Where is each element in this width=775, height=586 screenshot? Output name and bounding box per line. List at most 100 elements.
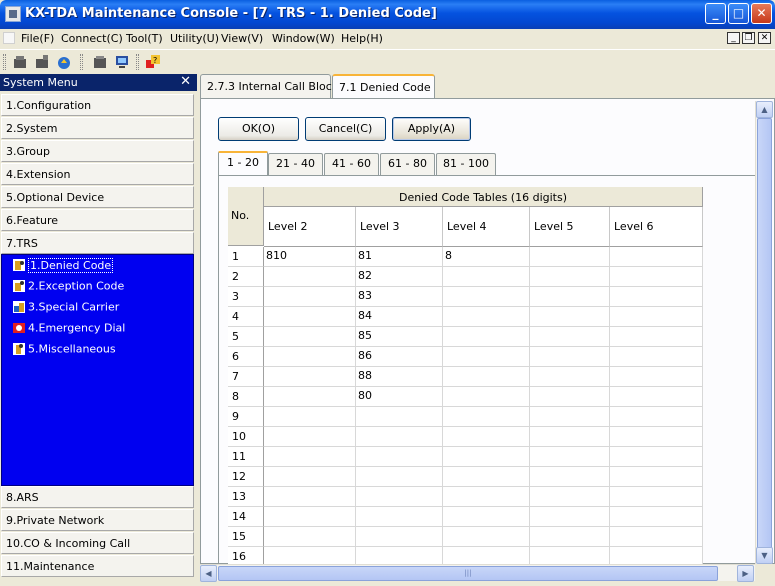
table-cell-level-3[interactable]: 84 bbox=[356, 307, 443, 327]
table-cell-level-4[interactable] bbox=[443, 407, 530, 427]
table-cell-level-3[interactable]: 81 bbox=[356, 247, 443, 267]
horizontal-scrollbar[interactable]: ◀ ||| ▶ bbox=[200, 564, 755, 582]
tab-denied-code[interactable]: 7.1 Denied Code bbox=[332, 74, 435, 99]
table-cell-level-5[interactable] bbox=[530, 447, 610, 467]
table-cell-level-6[interactable] bbox=[610, 487, 703, 507]
device-icon[interactable] bbox=[92, 54, 108, 70]
table-cell-level-4[interactable]: 8 bbox=[443, 247, 530, 267]
table-cell-level-5[interactable] bbox=[530, 427, 610, 447]
minimize-button[interactable]: _ bbox=[705, 3, 726, 24]
nav-item-extension[interactable]: 4.Extension bbox=[1, 163, 194, 185]
ok-button[interactable]: OK(O) bbox=[218, 117, 299, 141]
table-cell-level-4[interactable] bbox=[443, 507, 530, 527]
nav-item-private-network[interactable]: 9.Private Network bbox=[1, 509, 194, 531]
table-cell-level-5[interactable] bbox=[530, 307, 610, 327]
table-cell-level-6[interactable] bbox=[610, 267, 703, 287]
table-cell-level-4[interactable] bbox=[443, 487, 530, 507]
nav-item-configuration[interactable]: 1.Configuration bbox=[1, 94, 194, 116]
apply-button[interactable]: Apply(A) bbox=[392, 117, 471, 141]
table-cell-level-3[interactable]: 88 bbox=[356, 367, 443, 387]
table-cell-level-4[interactable] bbox=[443, 467, 530, 487]
menu-utility[interactable]: Utility(U) bbox=[170, 32, 219, 45]
table-cell-level-6[interactable] bbox=[610, 387, 703, 407]
table-cell-level-5[interactable] bbox=[530, 467, 610, 487]
table-cell-level-6[interactable] bbox=[610, 247, 703, 267]
mdi-minimize-button[interactable]: _ bbox=[727, 32, 740, 44]
close-button[interactable]: ✕ bbox=[751, 3, 772, 24]
table-cell-level-4[interactable] bbox=[443, 347, 530, 367]
table-cell-level-2[interactable] bbox=[264, 527, 356, 547]
table-cell-level-2[interactable] bbox=[264, 307, 356, 327]
table-cell-level-5[interactable] bbox=[530, 407, 610, 427]
table-cell-level-4[interactable] bbox=[443, 427, 530, 447]
table-cell-level-2[interactable] bbox=[264, 487, 356, 507]
table-cell-level-4[interactable] bbox=[443, 307, 530, 327]
table-cell-level-2[interactable] bbox=[264, 427, 356, 447]
mdi-restore-button[interactable]: ❐ bbox=[742, 32, 755, 44]
tab-internal-call-block[interactable]: 2.7.3 Internal Call Block bbox=[200, 74, 338, 98]
table-cell-level-2[interactable] bbox=[264, 387, 356, 407]
scroll-up-button[interactable]: ▲ bbox=[756, 101, 773, 118]
sub-item-denied-code[interactable]: 1.Denied Code bbox=[12, 257, 114, 276]
scroll-right-button[interactable]: ▶ bbox=[737, 565, 754, 582]
menu-view[interactable]: View(V) bbox=[221, 32, 263, 45]
table-cell-level-2[interactable] bbox=[264, 547, 356, 564]
mdi-close-button[interactable]: ✕ bbox=[758, 32, 771, 44]
table-cell-level-3[interactable] bbox=[356, 447, 443, 467]
tab-range-21-40[interactable]: 21 - 40 bbox=[268, 153, 323, 175]
table-cell-level-4[interactable] bbox=[443, 387, 530, 407]
table-cell-level-2[interactable] bbox=[264, 467, 356, 487]
table-cell-level-5[interactable] bbox=[530, 327, 610, 347]
table-cell-level-5[interactable] bbox=[530, 507, 610, 527]
nav-item-co-incoming-call[interactable]: 10.CO & Incoming Call bbox=[1, 532, 194, 554]
menu-help[interactable]: Help(H) bbox=[341, 32, 383, 45]
tab-range-1-20[interactable]: 1 - 20 bbox=[218, 151, 268, 176]
table-cell-level-6[interactable] bbox=[610, 527, 703, 547]
table-cell-level-2[interactable] bbox=[264, 367, 356, 387]
table-cell-level-3[interactable] bbox=[356, 427, 443, 447]
sub-item-emergency-dial[interactable]: 4.Emergency Dial bbox=[12, 321, 125, 339]
program-icon[interactable] bbox=[56, 54, 72, 70]
table-cell-level-6[interactable] bbox=[610, 347, 703, 367]
table-cell-level-2[interactable] bbox=[264, 507, 356, 527]
table-cell-level-5[interactable] bbox=[530, 487, 610, 507]
table-cell-level-4[interactable] bbox=[443, 367, 530, 387]
tab-range-41-60[interactable]: 41 - 60 bbox=[324, 153, 379, 175]
nav-item-optional-device[interactable]: 5.Optional Device bbox=[1, 186, 194, 208]
disconnect-icon[interactable] bbox=[34, 54, 50, 70]
table-cell-level-4[interactable] bbox=[443, 527, 530, 547]
table-cell-level-4[interactable] bbox=[443, 547, 530, 564]
table-cell-level-2[interactable] bbox=[264, 267, 356, 287]
table-cell-level-6[interactable] bbox=[610, 507, 703, 527]
maximize-button[interactable]: □ bbox=[728, 3, 749, 24]
system-menu-close-icon[interactable]: ✕ bbox=[180, 74, 191, 89]
table-cell-level-3[interactable]: 80 bbox=[356, 387, 443, 407]
table-cell-level-5[interactable] bbox=[530, 267, 610, 287]
horizontal-scroll-thumb[interactable]: ||| bbox=[218, 566, 718, 581]
vertical-scrollbar[interactable]: ▲ ▼ bbox=[755, 101, 773, 564]
table-cell-level-2[interactable]: 810 bbox=[264, 247, 356, 267]
menu-tool[interactable]: Tool(T) bbox=[126, 32, 163, 45]
table-cell-level-3[interactable]: 82 bbox=[356, 267, 443, 287]
table-cell-level-6[interactable] bbox=[610, 467, 703, 487]
table-cell-level-3[interactable]: 85 bbox=[356, 327, 443, 347]
table-cell-level-3[interactable] bbox=[356, 507, 443, 527]
table-cell-level-5[interactable] bbox=[530, 367, 610, 387]
nav-item-group[interactable]: 3.Group bbox=[1, 140, 194, 162]
table-cell-level-5[interactable] bbox=[530, 347, 610, 367]
table-cell-level-2[interactable] bbox=[264, 327, 356, 347]
table-cell-level-4[interactable] bbox=[443, 447, 530, 467]
table-cell-level-3[interactable] bbox=[356, 527, 443, 547]
table-cell-level-2[interactable] bbox=[264, 347, 356, 367]
help-icon[interactable]: ? bbox=[145, 54, 161, 70]
tab-range-61-80[interactable]: 61 - 80 bbox=[380, 153, 435, 175]
scroll-left-button[interactable]: ◀ bbox=[200, 565, 217, 582]
table-cell-level-6[interactable] bbox=[610, 407, 703, 427]
vertical-scroll-thumb[interactable] bbox=[757, 118, 772, 556]
table-cell-level-6[interactable] bbox=[610, 427, 703, 447]
nav-item-feature[interactable]: 6.Feature bbox=[1, 209, 194, 231]
table-cell-level-5[interactable] bbox=[530, 547, 610, 564]
table-cell-level-5[interactable] bbox=[530, 247, 610, 267]
table-cell-level-6[interactable] bbox=[610, 327, 703, 347]
sub-item-exception-code[interactable]: 2.Exception Code bbox=[12, 279, 124, 297]
